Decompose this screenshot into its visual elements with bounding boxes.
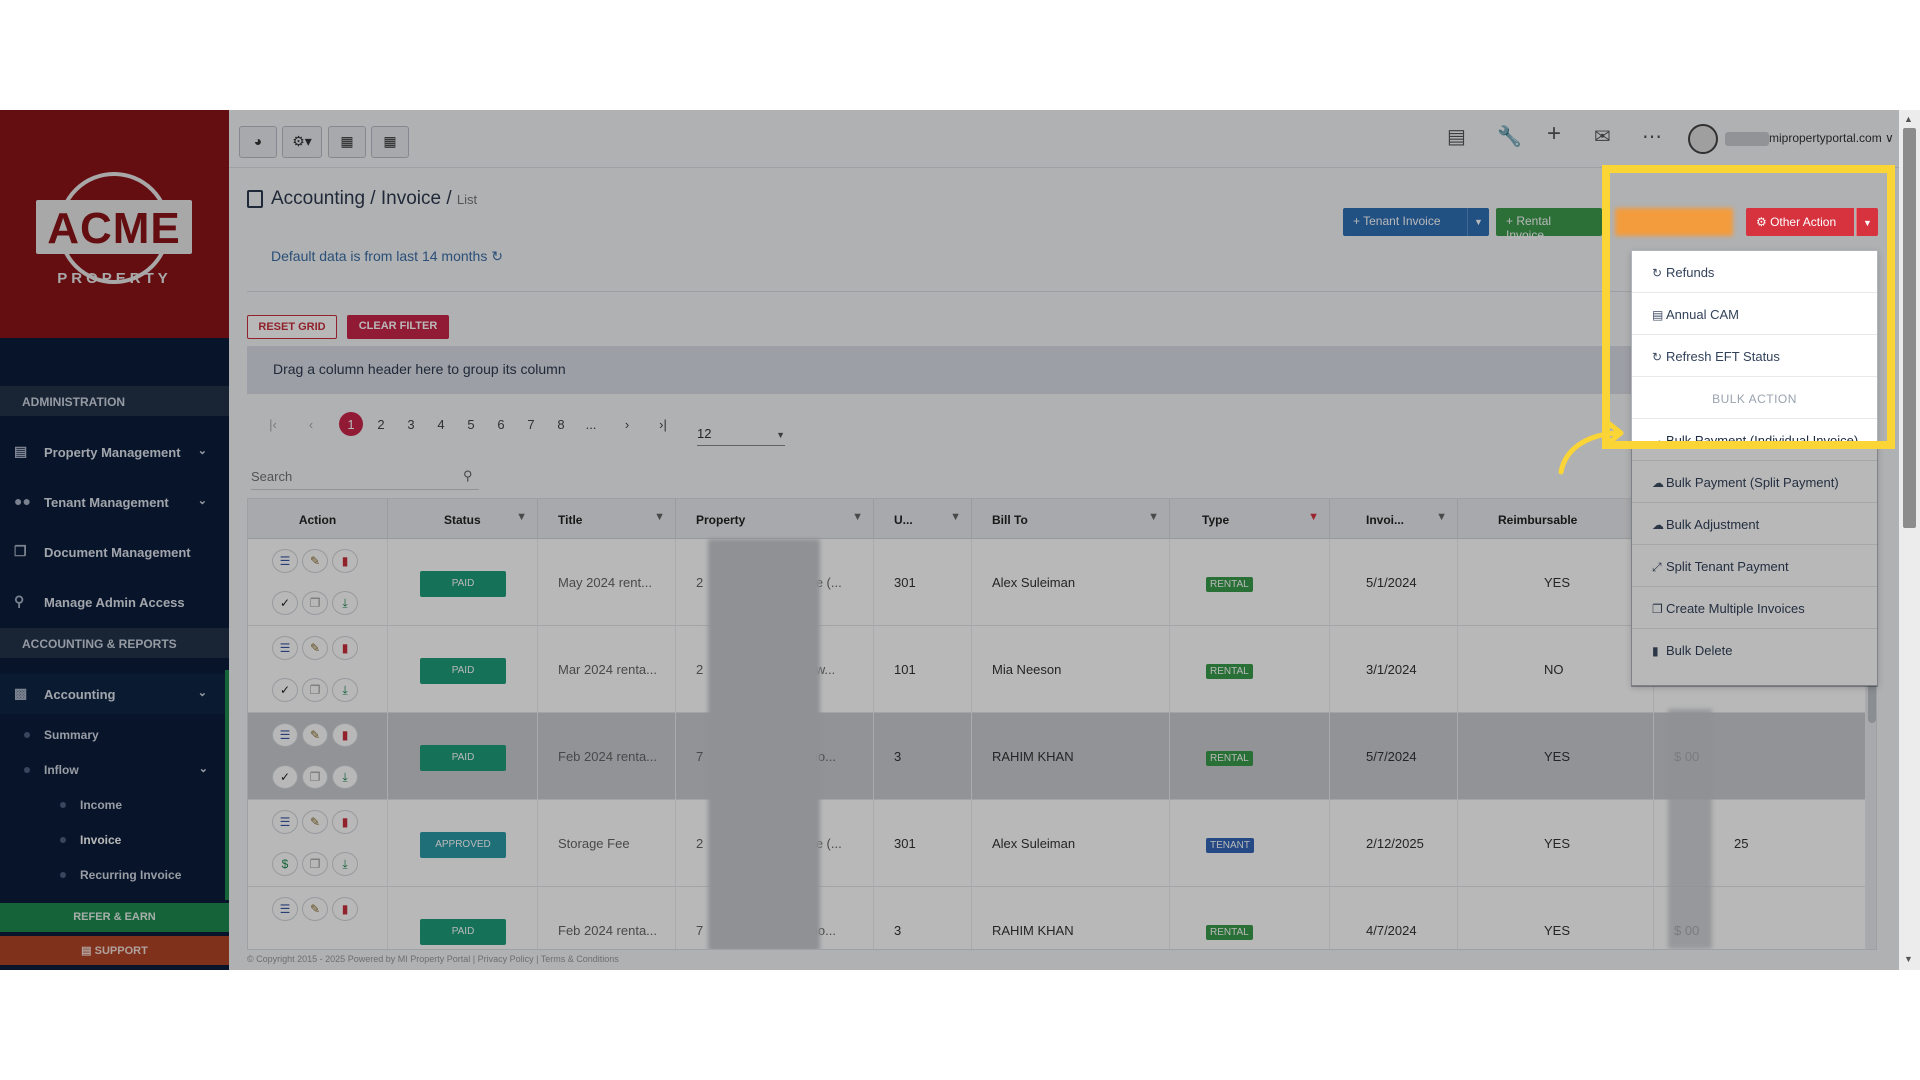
dropdown-dim	[1631, 449, 1878, 687]
scroll-thumb[interactable]	[1903, 128, 1916, 528]
tutorial-highlight-box	[1602, 165, 1895, 449]
page-scrollbar[interactable]: ▲ ▼	[1899, 110, 1920, 970]
app-frame: ACME PROPERTY ADMINISTRATION ▤ Property …	[0, 110, 1920, 970]
tutorial-arrow-icon	[1558, 419, 1624, 475]
scroll-down-icon[interactable]: ▼	[1904, 954, 1913, 964]
scroll-up-icon[interactable]: ▲	[1904, 114, 1913, 124]
